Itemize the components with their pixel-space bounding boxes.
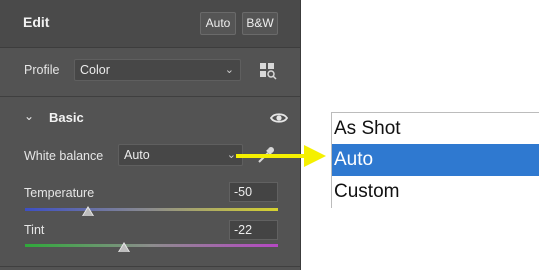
tint-slider-thumb[interactable] xyxy=(117,242,130,252)
profile-select[interactable]: Color ⌄ xyxy=(74,59,241,81)
eye-icon[interactable] xyxy=(270,111,288,125)
profile-select-value: Color xyxy=(80,63,110,77)
temperature-slider-track[interactable] xyxy=(25,208,278,211)
tint-slider-track[interactable] xyxy=(25,244,278,247)
tint-label: Tint xyxy=(24,223,45,237)
menu-item-auto[interactable]: Auto xyxy=(332,144,539,176)
edit-header: Edit Auto B&W xyxy=(0,0,300,48)
temperature-label: Temperature xyxy=(24,186,95,200)
profile-browser-grid-icon[interactable] xyxy=(259,62,277,80)
menu-item-custom[interactable]: Custom xyxy=(332,176,539,208)
edit-title: Edit xyxy=(23,14,50,30)
callout-arrow-line xyxy=(236,154,308,158)
menu-item-as-shot[interactable]: As Shot xyxy=(332,113,539,145)
tint-value-input[interactable]: -22 xyxy=(229,220,278,240)
profile-label: Profile xyxy=(24,63,60,77)
white-balance-menu: As Shot Auto Custom xyxy=(331,112,539,208)
white-balance-select[interactable]: Auto ⌄ xyxy=(118,144,243,166)
basic-section-title[interactable]: Basic xyxy=(49,110,84,125)
chevron-down-icon[interactable]: ⌄ xyxy=(24,109,34,123)
temperature-slider-thumb[interactable] xyxy=(82,206,95,216)
chevron-down-icon: ⌄ xyxy=(224,64,234,76)
auto-button[interactable]: Auto xyxy=(200,12,236,35)
edit-panel: Edit Auto B&W Profile Color ⌄ ⌄ Basic Wh… xyxy=(0,0,301,270)
section-divider xyxy=(0,266,300,267)
section-divider xyxy=(0,96,300,97)
chevron-down-icon: ⌄ xyxy=(226,149,236,161)
black-and-white-button[interactable]: B&W xyxy=(242,12,278,35)
white-balance-select-value: Auto xyxy=(124,148,150,162)
temperature-value-input[interactable]: -50 xyxy=(229,182,278,202)
white-balance-label: White balance xyxy=(24,149,104,163)
callout-arrow-head xyxy=(304,145,326,167)
